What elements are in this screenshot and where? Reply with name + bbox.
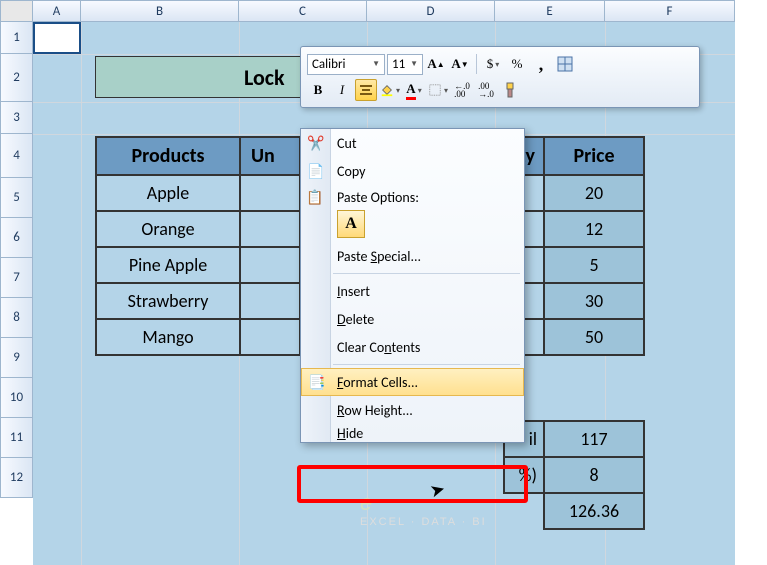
row-header-6[interactable]: 6 — [0, 218, 33, 258]
row-header-10[interactable]: 10 — [0, 378, 33, 418]
chevron-down-icon: ▾ — [495, 60, 499, 69]
ctx-row-height[interactable]: Row Height... — [301, 396, 524, 424]
grid-icon — [557, 56, 573, 72]
cell-product-2[interactable]: Pine Apple — [96, 247, 240, 283]
cell-price-0[interactable]: 20 — [544, 175, 644, 211]
fill-color-button[interactable]: ▾ — [379, 79, 401, 101]
row-header-11[interactable]: 11 — [0, 418, 33, 458]
comma-format-button[interactable]: , — [530, 53, 552, 75]
watermark-line2: EXCEL · DATA · BI — [360, 516, 487, 528]
ctx-cut[interactable]: ✂️ Cut — [301, 129, 524, 157]
format-painter-button[interactable] — [499, 79, 521, 101]
ctx-copy[interactable]: 📄 Copy — [301, 157, 524, 185]
select-all-corner[interactable] — [0, 0, 33, 22]
shrink-font-button[interactable]: A▼ — [449, 53, 471, 75]
cell-price-3[interactable]: 30 — [544, 283, 644, 319]
watermark: e EXCEL · DATA · BI — [360, 490, 487, 528]
watermark-logo-e: e — [360, 490, 374, 515]
scissors-icon: ✂️ — [306, 133, 326, 153]
row-header-3[interactable]: 3 — [0, 102, 33, 134]
row-header-5[interactable]: 5 — [0, 178, 33, 218]
data-table: Products Un Apple Orange Pine Apple Stra… — [95, 136, 301, 356]
summary-val-11[interactable]: 8 — [544, 457, 644, 493]
header-price[interactable]: Price — [544, 137, 644, 175]
copy-icon: 📄 — [306, 161, 326, 181]
font-size-value: 11 — [392, 57, 405, 72]
row-header-7[interactable]: 7 — [0, 258, 33, 298]
borders-icon — [428, 82, 442, 98]
cell-c9[interactable] — [240, 319, 300, 355]
font-name-combo[interactable]: Calibri ▼ — [307, 54, 385, 75]
cell-product-4[interactable]: Mango — [96, 319, 240, 355]
bold-button[interactable]: B — [307, 79, 329, 101]
cell-price-2[interactable]: 5 — [544, 247, 644, 283]
cell-product-1[interactable]: Orange — [96, 211, 240, 247]
col-header-C[interactable]: C — [239, 0, 367, 22]
chevron-down-icon: ▼ — [410, 59, 418, 69]
font-size-combo[interactable]: 11 ▼ — [387, 54, 423, 75]
borders-button[interactable]: ▾ — [427, 79, 449, 101]
active-cell-A1[interactable] — [33, 22, 81, 54]
title-text: Lock — [244, 64, 285, 91]
chevron-down-icon: ▾ — [444, 86, 448, 95]
chevron-down-icon: ▾ — [396, 86, 400, 95]
align-center-icon — [358, 82, 374, 98]
column-headers: A B C D E F — [0, 0, 735, 22]
col-header-F[interactable]: F — [605, 0, 735, 22]
ctx-insert[interactable]: Insert — [301, 277, 524, 305]
row-header-9[interactable]: 9 — [0, 338, 33, 378]
paste-option-keep-text[interactable]: A — [337, 210, 365, 238]
decrease-decimal-button[interactable]: .00→.0 — [475, 79, 497, 101]
font-color-button[interactable]: A▾ — [403, 79, 425, 101]
paintbrush-icon — [502, 82, 518, 98]
col-header-A[interactable]: A — [33, 0, 81, 22]
row-header-4[interactable]: 4 — [0, 134, 33, 178]
percent-format-button[interactable]: % — [506, 53, 528, 75]
cell-c6[interactable] — [240, 211, 300, 247]
row-header-2[interactable]: 2 — [0, 54, 33, 102]
paint-bucket-icon — [380, 82, 394, 98]
ctx-hide[interactable]: Hide — [301, 424, 524, 442]
header-unit-price-partial[interactable]: Un — [240, 137, 300, 175]
grow-font-button[interactable]: A▲ — [425, 53, 447, 75]
header-products[interactable]: Products — [96, 137, 240, 175]
summary-label-11[interactable]: %) — [504, 457, 544, 493]
ctx-paste-options-label: 📋 Paste Options: — [301, 185, 524, 208]
center-align-button[interactable] — [355, 79, 377, 101]
ctx-delete[interactable]: Delete — [301, 305, 524, 333]
font-name-value: Calibri — [312, 57, 345, 72]
col-header-B[interactable]: B — [81, 0, 239, 22]
row-header-12[interactable]: 12 — [0, 458, 33, 498]
cell-product-3[interactable]: Strawberry — [96, 283, 240, 319]
col-header-E[interactable]: E — [495, 0, 605, 22]
cell-product-0[interactable]: Apple — [96, 175, 240, 211]
cell-price-1[interactable]: 12 — [544, 211, 644, 247]
separator — [333, 273, 520, 274]
chevron-down-icon: ▾ — [418, 86, 422, 95]
italic-button[interactable]: I — [331, 79, 353, 101]
accounting-format-button[interactable]: $▾ — [482, 53, 504, 75]
col-header-D[interactable]: D — [367, 0, 495, 22]
increase-decimal-button[interactable]: ←.0.00 — [451, 79, 473, 101]
ctx-format-cells[interactable]: 📑 Format Cells... — [301, 368, 524, 396]
ctx-clear-contents[interactable]: Clear Contents — [301, 333, 524, 361]
mini-toolbar: Calibri ▼ 11 ▼ A▲ A▼ $▾ % , B I ▾ A▾ ▾ ←.0… — [300, 46, 700, 108]
cell-c7[interactable] — [240, 247, 300, 283]
separator — [333, 364, 520, 365]
context-menu: ✂️ Cut 📄 Copy 📋 Paste Options: A Paste S… — [300, 128, 525, 443]
cell-c8[interactable] — [240, 283, 300, 319]
format-cells-dialog-icon[interactable] — [554, 53, 576, 75]
row-header-8[interactable]: 8 — [0, 298, 33, 338]
format-cells-icon: 📑 — [307, 372, 327, 392]
ctx-paste-special[interactable]: Paste Special... — [301, 242, 524, 270]
cell-price-4[interactable]: 50 — [544, 319, 644, 355]
summary-val-12[interactable]: 126.36 — [544, 493, 644, 529]
chevron-down-icon: ▼ — [372, 59, 380, 69]
row-headers: 1 2 3 4 5 6 7 8 9 10 11 12 — [0, 22, 33, 498]
cell-c5[interactable] — [240, 175, 300, 211]
clipboard-icon: 📋 — [306, 189, 323, 206]
summary-val-10[interactable]: 117 — [544, 421, 644, 457]
row-header-1[interactable]: 1 — [0, 22, 33, 54]
